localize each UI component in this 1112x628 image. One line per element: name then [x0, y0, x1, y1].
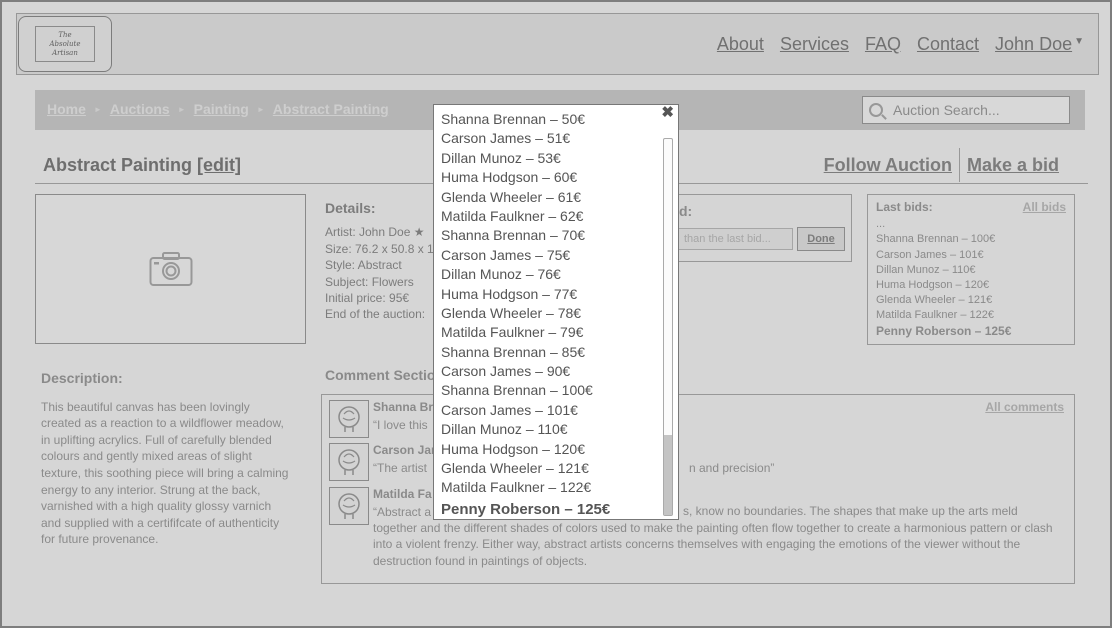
list-item: Dillan Munoz – 76€: [441, 266, 561, 283]
list-item: Shanna Brennan – 70€: [441, 227, 586, 244]
list-item: Matilda Faulkner – 62€: [441, 207, 584, 224]
scrollbar[interactable]: [663, 138, 673, 516]
list-item: Carson James – 51€: [441, 130, 571, 147]
scrollbar-thumb[interactable]: [664, 435, 672, 515]
list-item: Shanna Brennan – 50€: [441, 111, 586, 127]
list-item: Matilda Faulkner – 122€: [441, 479, 592, 496]
list-item: Shanna Brennan – 85€: [441, 343, 586, 360]
list-item: Dillan Munoz – 110€: [441, 421, 568, 438]
highest-bid: Penny Roberson – 125€: [441, 500, 611, 518]
list-item: Carson James – 101€: [441, 401, 578, 418]
list-item: Huma Hodgson – 60€: [441, 169, 578, 186]
list-item: Glenda Wheeler – 121€: [441, 460, 589, 477]
list-item: Carson James – 75€: [441, 246, 571, 263]
list-item: Carson James – 90€: [441, 363, 571, 380]
list-item: Dillan Munoz – 53€: [441, 149, 561, 166]
close-icon[interactable]: ✖: [661, 105, 674, 121]
list-item: Huma Hodgson – 77€: [441, 285, 578, 302]
list-item: Glenda Wheeler – 61€: [441, 188, 582, 205]
list-item: Shanna Brennan – 100€: [441, 382, 593, 399]
list-item: Huma Hodgson – 120€: [441, 440, 585, 457]
bid-history-list: Shanna Brennan – 50€ Carson James – 51€ …: [441, 110, 610, 520]
list-item: Matilda Faulkner – 79€: [441, 324, 584, 341]
bid-history-modal: ✖ Shanna Brennan – 50€ Carson James – 51…: [433, 104, 679, 520]
list-item: Glenda Wheeler – 78€: [441, 304, 582, 321]
